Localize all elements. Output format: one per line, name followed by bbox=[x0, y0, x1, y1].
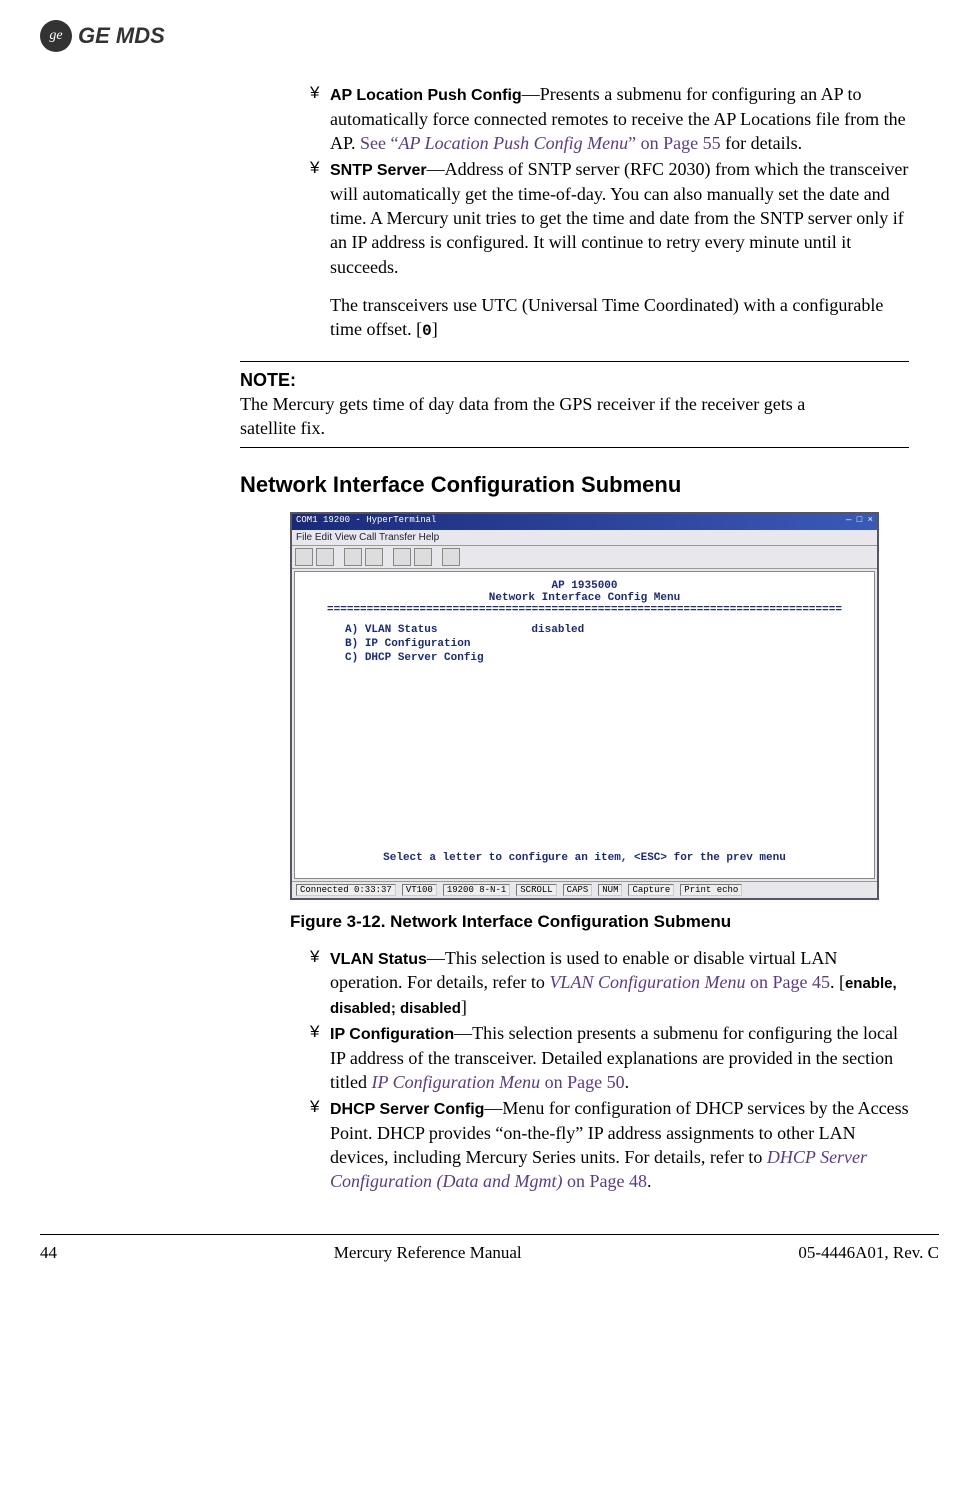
bullet-marker: ¥ bbox=[310, 82, 319, 105]
row-label: DHCP Server Config bbox=[365, 652, 484, 664]
toolbar-btn-icon bbox=[393, 548, 411, 566]
row-label: IP Configuration bbox=[365, 638, 471, 650]
link-page: on Page 50 bbox=[540, 1072, 625, 1092]
terminal-body: AP 1935000 Network Interface Config Menu… bbox=[294, 571, 875, 879]
figure-terminal: COM1 19200 - HyperTerminal — □ × File Ed… bbox=[290, 512, 879, 900]
bullet-label: DHCP Server Config bbox=[330, 1101, 484, 1118]
note-block: NOTE: The Mercury gets time of day data … bbox=[240, 361, 909, 448]
status-caps: CAPS bbox=[563, 884, 593, 896]
note-label: NOTE: bbox=[240, 368, 306, 392]
row-key: B) bbox=[345, 638, 358, 650]
menu-row-a: A) VLAN Status disabled bbox=[345, 624, 864, 636]
link-text: IP Configuration Menu bbox=[372, 1072, 541, 1092]
bullet-para2-close: ] bbox=[432, 319, 438, 339]
page-footer: 44 Mercury Reference Manual 05-4446A01, … bbox=[40, 1234, 939, 1263]
status-term: VT100 bbox=[402, 884, 437, 896]
period: . bbox=[625, 1072, 630, 1092]
bullet-label: AP Location Push Config bbox=[330, 87, 522, 104]
bullet-label: VLAN Status bbox=[330, 951, 427, 968]
link-vlan[interactable]: VLAN Configuration Menu on Page 45 bbox=[549, 972, 830, 992]
footer-doc-rev: 05-4446A01, Rev. C bbox=[798, 1243, 939, 1263]
menu-row-c: C) DHCP Server Config bbox=[345, 652, 864, 664]
terminal-banner-top: AP 1935000 bbox=[305, 580, 864, 592]
footer-title: Mercury Reference Manual bbox=[334, 1243, 522, 1263]
row-key: A) bbox=[345, 624, 358, 636]
row-key: C) bbox=[345, 652, 358, 664]
window-title: COM1 19200 - HyperTerminal bbox=[296, 515, 436, 529]
menu-row-b: B) IP Configuration bbox=[345, 638, 864, 650]
toolbar-btn-icon bbox=[295, 548, 313, 566]
link-page: on Page 45 bbox=[745, 972, 830, 992]
terminal-statusbar: Connected 0:33:37 VT100 19200 8-N-1 SCRO… bbox=[292, 881, 877, 898]
bullet-marker: ¥ bbox=[310, 946, 319, 969]
link-page: on Page 48 bbox=[563, 1171, 648, 1191]
toolbar-btn-icon bbox=[344, 548, 362, 566]
figure-caption: Figure 3-12. Network Interface Configura… bbox=[290, 912, 939, 932]
toolbar-btn-icon bbox=[365, 548, 383, 566]
bullet-ip-config: ¥ IP Configuration—This selection presen… bbox=[310, 1021, 909, 1094]
row-value: disabled bbox=[531, 624, 584, 636]
link-prefix: See “ bbox=[360, 133, 398, 153]
bullet-sntp: ¥ SNTP Server—Address of SNTP server (RF… bbox=[310, 157, 909, 343]
status-num: NUM bbox=[598, 884, 622, 896]
status-print: Print echo bbox=[680, 884, 742, 896]
terminal-footer-prompt: Select a letter to configure an item, <E… bbox=[295, 852, 874, 864]
link-ip-config[interactable]: IP Configuration Menu on Page 50 bbox=[372, 1072, 625, 1092]
terminal-divider: ========================================… bbox=[305, 604, 864, 616]
period: . bbox=[647, 1171, 652, 1191]
row-label: VLAN Status bbox=[365, 624, 525, 636]
bullet-label: SNTP Server bbox=[330, 162, 427, 179]
page-header: ge GE MDS bbox=[40, 20, 939, 52]
window-controls-icon: — □ × bbox=[846, 515, 873, 529]
bullet-dhcp: ¥ DHCP Server Config—Menu for configurat… bbox=[310, 1096, 909, 1193]
link-text: VLAN Configuration Menu bbox=[549, 972, 745, 992]
bracket-close: ] bbox=[461, 997, 467, 1017]
brand-text: GE MDS bbox=[78, 23, 165, 49]
toolbar-btn-icon bbox=[316, 548, 334, 566]
bullet-vlan: ¥ VLAN Status—This selection is used to … bbox=[310, 946, 909, 1019]
status-scroll: SCROLL bbox=[516, 884, 556, 896]
bullet-marker: ¥ bbox=[310, 1021, 319, 1044]
status-capture: Capture bbox=[628, 884, 674, 896]
link-text: AP Location Push Config Menu bbox=[399, 133, 629, 153]
terminal-titlebar: COM1 19200 - HyperTerminal — □ × bbox=[292, 514, 877, 530]
bullet-label: IP Configuration bbox=[330, 1026, 454, 1043]
section-heading: Network Interface Configuration Submenu bbox=[240, 472, 939, 498]
bullet-marker: ¥ bbox=[310, 157, 319, 180]
mono-value: 0 bbox=[422, 322, 432, 340]
terminal-window: COM1 19200 - HyperTerminal — □ × File Ed… bbox=[290, 512, 879, 900]
link-suffix: ” on Page 55 bbox=[628, 133, 720, 153]
bullet-marker: ¥ bbox=[310, 1096, 319, 1119]
terminal-banner: Network Interface Config Menu bbox=[305, 592, 864, 604]
terminal-toolbar bbox=[292, 546, 877, 569]
status-conn: Connected 0:33:37 bbox=[296, 884, 396, 896]
bullet-tail: for details. bbox=[721, 133, 802, 153]
toolbar-btn-icon bbox=[414, 548, 432, 566]
bullet-para2: The transceivers use UTC (Universal Time… bbox=[330, 295, 883, 339]
bullet-ap-location: ¥ AP Location Push Config—Presents a sub… bbox=[310, 82, 909, 155]
bracket-open: . [ bbox=[830, 972, 845, 992]
terminal-menubar: File Edit View Call Transfer Help bbox=[292, 530, 877, 546]
note-text: The Mercury gets time of day data from t… bbox=[240, 392, 839, 441]
ge-logo-icon: ge bbox=[40, 20, 72, 52]
footer-page-number: 44 bbox=[40, 1243, 57, 1263]
status-baud: 19200 8-N-1 bbox=[443, 884, 510, 896]
link-ap-location[interactable]: See “AP Location Push Config Menu” on Pa… bbox=[360, 133, 721, 153]
toolbar-btn-icon bbox=[442, 548, 460, 566]
